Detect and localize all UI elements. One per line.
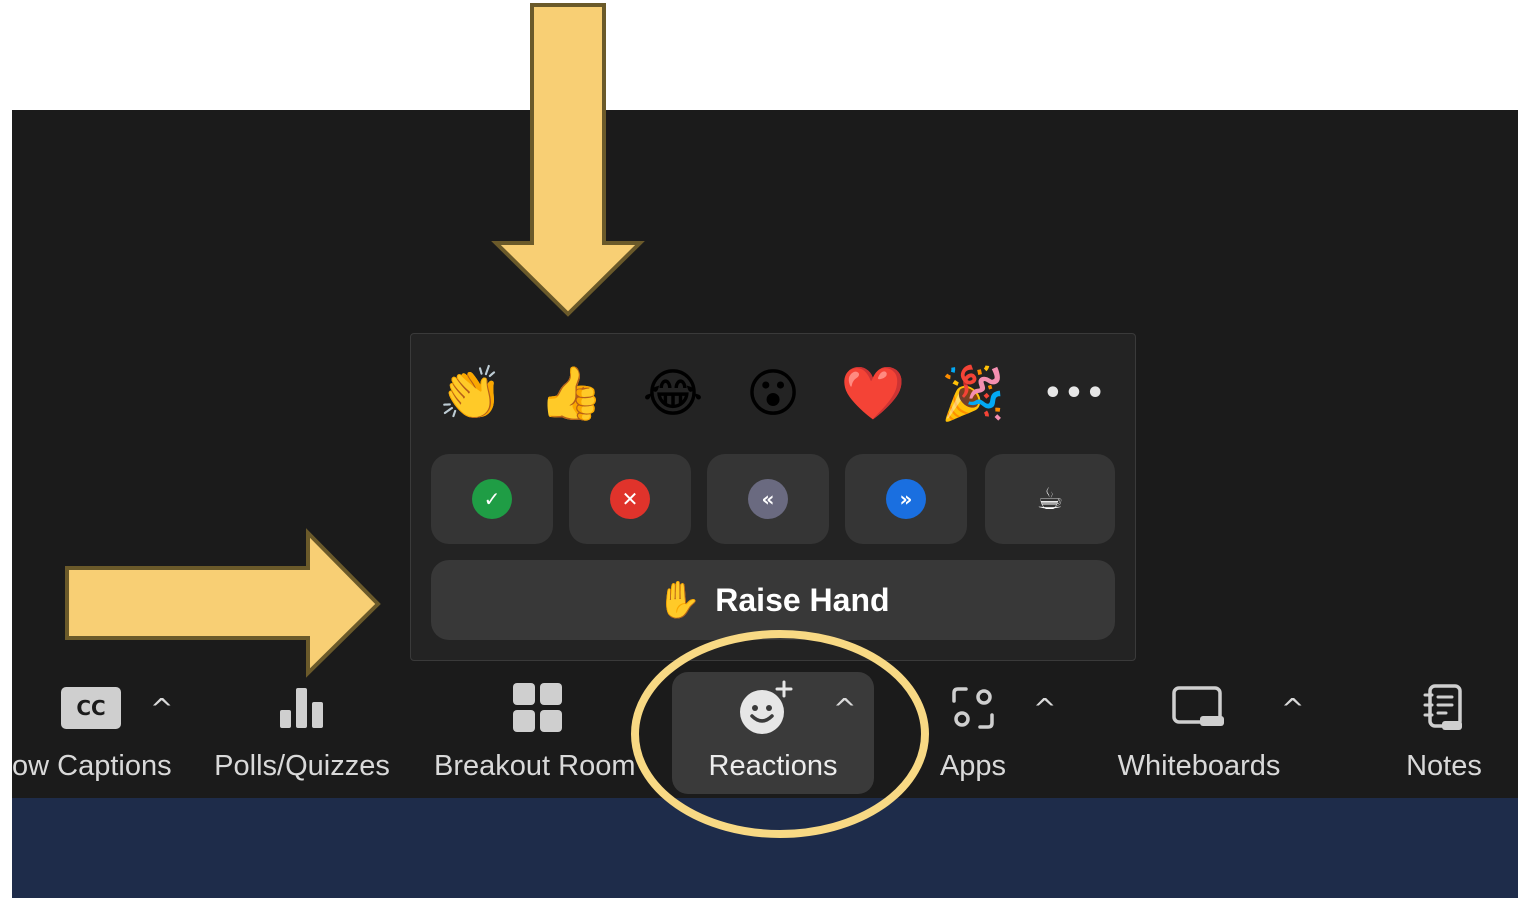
whiteboards-label: Whiteboards (1117, 750, 1281, 782)
party-popper-icon[interactable]: 🎉 (933, 354, 1013, 434)
no-button[interactable]: ✕ (569, 454, 691, 544)
polls-icon-wrap (278, 668, 326, 748)
tears-of-joy-icon[interactable]: 😂 (633, 354, 713, 434)
thumbs-up-icon[interactable]: 👍 (531, 354, 611, 434)
breakout-label: Breakout Room (434, 750, 636, 782)
toolbar-breakout[interactable]: Breakout Room (428, 668, 652, 794)
notes-icon-wrap (1422, 668, 1466, 748)
cc-icon: CC (61, 687, 121, 729)
raise-hand-label: Raise Hand (715, 581, 890, 618)
captions-icon-wrap: CC (61, 668, 121, 748)
open-mouth-icon[interactable]: 😮 (733, 354, 813, 434)
reactions-icon-wrap (738, 668, 798, 748)
reactions-caret[interactable]: ^ (833, 692, 856, 725)
breakout-icon-wrap (512, 668, 564, 748)
toolbar-apps[interactable]: Apps (928, 668, 1018, 794)
speed-up-button[interactable]: » (845, 454, 967, 544)
slow-down-icon: « (748, 479, 788, 519)
emoji-row: 👏 👍 😂 😮 ❤️ 🎉 ••• (431, 354, 1115, 434)
raise-hand-button[interactable]: ✋ Raise Hand (431, 560, 1115, 640)
apps-icon (952, 687, 994, 729)
apps-icon-wrap (950, 668, 996, 748)
toolbar-whiteboards[interactable]: Whiteboards (1108, 668, 1290, 794)
yes-button[interactable]: ✓ (431, 454, 553, 544)
smiley-plus-icon (740, 680, 793, 734)
heart-icon[interactable]: ❤️ (833, 354, 913, 434)
captions-label: ow Captions (12, 750, 172, 782)
yes-check-icon: ✓ (472, 479, 512, 519)
clapping-hands-icon[interactable]: 👏 (431, 354, 511, 434)
toolbar-notes[interactable]: Notes (1396, 668, 1492, 794)
taskbar-strip (12, 798, 1518, 898)
breakout-grid-icon (513, 683, 562, 732)
slow-down-button[interactable]: « (707, 454, 829, 544)
more-reactions-icon[interactable]: ••• (1035, 354, 1115, 434)
notes-label: Notes (1406, 750, 1482, 782)
apps-label: Apps (939, 750, 1007, 782)
toolbar-polls[interactable]: Polls/Quizzes (206, 668, 398, 794)
bar-chart-icon (280, 688, 323, 728)
apps-caret[interactable]: ^ (1033, 692, 1056, 725)
raised-hand-icon: ✋ (656, 579, 702, 620)
speed-up-icon: » (886, 479, 926, 519)
reactions-popup: 👏 👍 😂 😮 ❤️ 🎉 ••• ✓ ✕ « » ☕ ✋ Raise Hand (410, 333, 1136, 661)
notes-icon (1423, 684, 1462, 730)
toolbar-reactions[interactable]: Reactions (672, 668, 874, 794)
polls-label: Polls/Quizzes (214, 750, 390, 782)
coffee-icon: ☕ (1036, 481, 1064, 517)
reactions-label: Reactions (708, 750, 838, 782)
coffee-break-button[interactable]: ☕ (985, 454, 1115, 544)
no-x-icon: ✕ (610, 479, 650, 519)
whiteboards-icon-wrap (1172, 668, 1226, 748)
whiteboard-icon (1172, 686, 1224, 726)
whiteboards-caret[interactable]: ^ (1281, 692, 1304, 725)
toolbar-captions[interactable]: CC ow Captions (12, 668, 180, 794)
captions-caret[interactable]: ^ (150, 692, 173, 725)
